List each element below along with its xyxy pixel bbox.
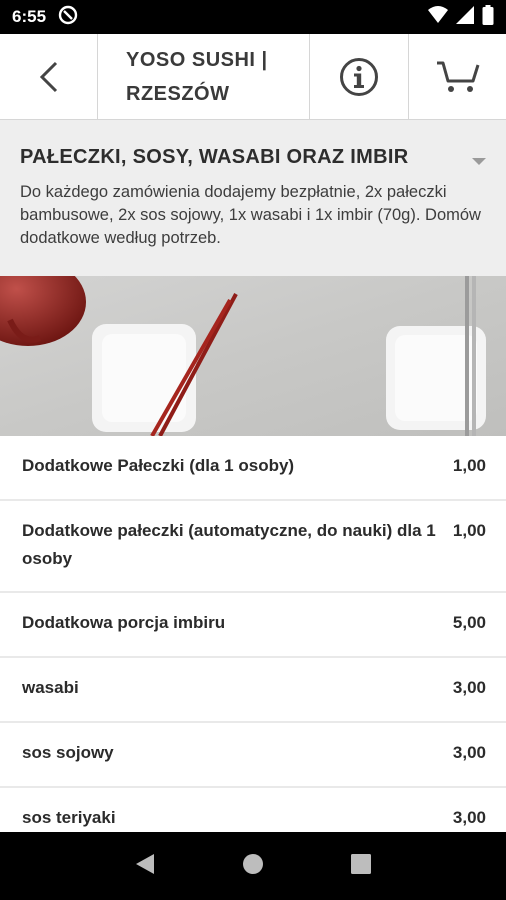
- wifi-icon: [428, 5, 448, 29]
- triangle-back-icon: [136, 853, 155, 874]
- product-row[interactable]: Dodatkowe pałeczki (automatyczne, do nau…: [0, 501, 506, 593]
- app-bar: YOSO SUSHI | RZESZÓW: [0, 34, 506, 120]
- product-price: 1,00: [452, 456, 486, 475]
- product-price: 5,00: [452, 613, 486, 632]
- info-button[interactable]: [310, 34, 409, 119]
- category-description: Do każdego zamówienia dodajemy bezpłatni…: [20, 183, 481, 247]
- product-row[interactable]: wasabi 3,00: [0, 658, 506, 723]
- category-header[interactable]: PAŁECZKI, SOSY, WASABI ORAZ IMBIR Do każ…: [0, 120, 506, 276]
- square-recents-icon: [350, 853, 371, 874]
- cart-icon: [436, 61, 479, 92]
- product-name: sos teriyaki: [22, 808, 116, 827]
- product-price: 3,00: [452, 743, 486, 762]
- battery-icon: [482, 4, 494, 30]
- product-row[interactable]: Dodatkowa porcja imbiru 5,00: [0, 593, 506, 658]
- status-bar: 6:55: [0, 0, 506, 34]
- info-icon: [340, 57, 378, 96]
- product-price: 3,00: [452, 808, 486, 827]
- dropdown-arrow-icon[interactable]: [472, 158, 486, 165]
- chevron-left-icon: [39, 61, 57, 92]
- status-time: 6:55: [12, 7, 47, 26]
- product-name: Dodatkowe pałeczki (automatyczne, do nau…: [22, 521, 436, 568]
- nav-back-button[interactable]: [134, 852, 156, 881]
- nav-recents-button[interactable]: [350, 853, 372, 880]
- product-row[interactable]: sos sojowy 3,00: [0, 723, 506, 788]
- system-nav-bar: [0, 832, 506, 900]
- back-button[interactable]: [0, 34, 98, 119]
- restaurant-title: YOSO SUSHI | RZESZÓW: [126, 48, 268, 105]
- sync-icon: [58, 5, 78, 30]
- product-name: Dodatkowe Pałeczki (dla 1 osoby): [22, 456, 295, 475]
- signal-icon: [456, 5, 474, 29]
- product-name: sos sojowy: [22, 743, 114, 762]
- category-title: PAŁECZKI, SOSY, WASABI ORAZ IMBIR: [20, 146, 409, 168]
- product-list: Dodatkowe Pałeczki (dla 1 osoby) 1,00 Do…: [0, 436, 506, 853]
- cart-button[interactable]: [409, 34, 506, 119]
- category-banner-image: [0, 276, 506, 436]
- product-price: 3,00: [452, 678, 486, 697]
- restaurant-title-container: YOSO SUSHI | RZESZÓW: [98, 34, 310, 119]
- product-row[interactable]: Dodatkowe Pałeczki (dla 1 osoby) 1,00: [0, 436, 506, 501]
- product-price: 1,00: [452, 521, 486, 540]
- nav-home-button[interactable]: [241, 852, 265, 881]
- circle-home-icon: [242, 853, 263, 874]
- product-name: wasabi: [22, 678, 79, 697]
- product-name: Dodatkowa porcja imbiru: [22, 613, 226, 632]
